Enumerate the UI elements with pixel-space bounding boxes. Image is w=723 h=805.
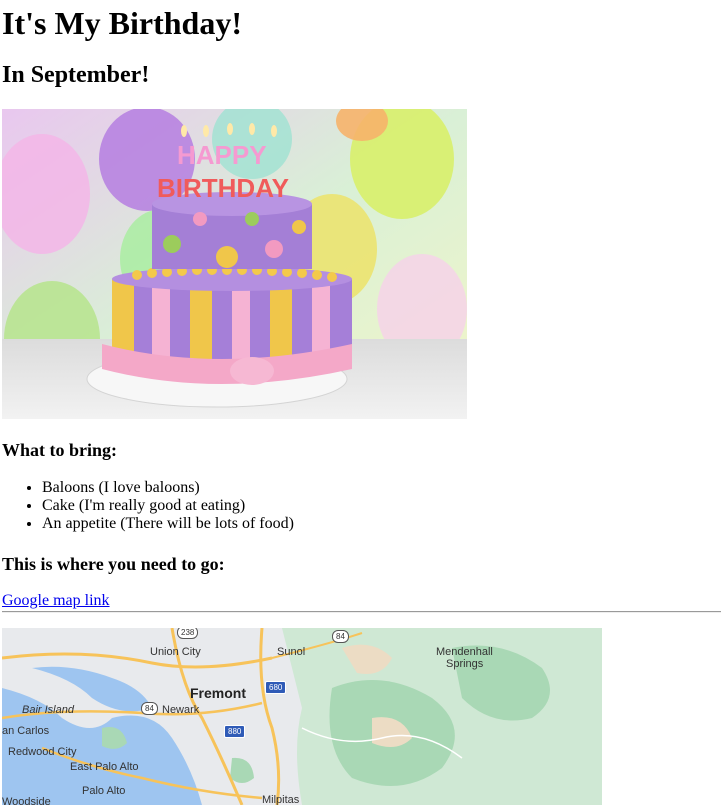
route-84-shield: 84 xyxy=(332,630,349,643)
cake-letters-top: HAPPY xyxy=(177,140,267,170)
list-item: Baloons (I love baloons) xyxy=(42,479,294,497)
map-label-east-palo-alto: East Palo Alto xyxy=(70,761,139,773)
list-item: An appetite (There will be lots of food) xyxy=(42,515,294,533)
route-238-shield: 238 xyxy=(177,628,199,639)
map-label-redwood-city: Redwood City xyxy=(8,746,77,758)
map-label-newark: Newark xyxy=(162,704,200,716)
map-label-springs: Springs xyxy=(446,658,484,670)
bring-list: Baloons (I love baloons) Cake (I'm reall… xyxy=(2,479,294,533)
page-subtitle: In September! xyxy=(2,62,150,88)
page-title: It's My Birthday! xyxy=(2,5,242,41)
map-label-palo-alto: Palo Alto xyxy=(82,785,126,797)
bring-heading: What to bring: xyxy=(2,440,118,460)
birthday-cake-image: HAPPY BIRTHDAY xyxy=(2,109,467,419)
interstate-880-shield: 880 xyxy=(224,725,246,738)
interstate-680-shield: 680 xyxy=(265,681,287,694)
map-label-woodside: Woodside xyxy=(2,796,51,805)
map-label-fremont: Fremont xyxy=(190,685,246,701)
route-84-shield: 84 xyxy=(141,702,158,715)
map-label-mendenhall: Mendenhall xyxy=(436,646,493,658)
cake-letters-bottom: BIRTHDAY xyxy=(157,173,289,203)
map-label-sunol: Sunol xyxy=(277,646,306,658)
list-item: Cake (I'm really good at eating) xyxy=(42,497,294,515)
location-heading: This is where you need to go: xyxy=(2,554,225,574)
map-label-union-city: Union City xyxy=(150,646,201,658)
divider xyxy=(2,611,721,613)
map-label-san-carlos: an Carlos xyxy=(2,725,50,737)
map-label-milpitas: Milpitas xyxy=(262,794,300,805)
map-label-bair-island: Bair Island xyxy=(22,704,74,716)
google-map-link[interactable]: Google map link xyxy=(2,592,110,610)
map-image: Union City Sunol Mendenhall Springs Frem… xyxy=(2,628,602,805)
